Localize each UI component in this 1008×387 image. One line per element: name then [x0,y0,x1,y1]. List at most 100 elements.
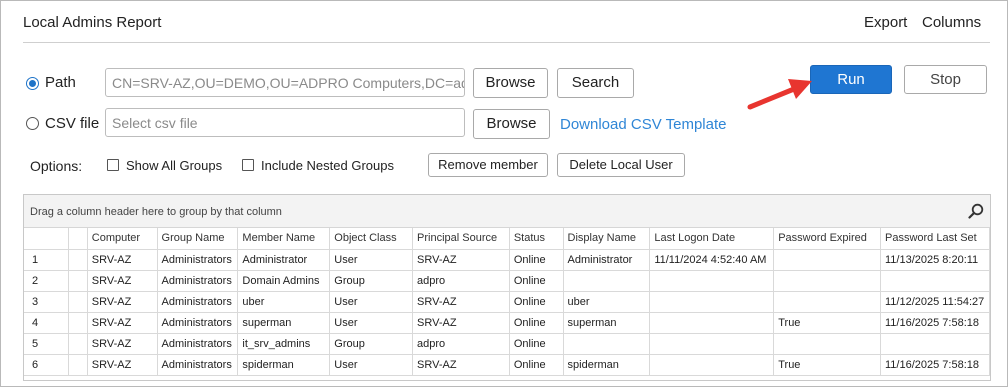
table-cell[interactable]: 11/11/2024 4:52:40 AM [649,249,775,271]
table-cell[interactable]: True [773,312,881,334]
table-cell[interactable]: User [329,291,414,313]
table-cell[interactable]: uber [237,291,331,313]
table-cell[interactable] [649,270,775,292]
group-by-panel[interactable]: Drag a column header here to group by th… [24,195,990,228]
table-row[interactable]: 6 SRV-AZ Administrators spiderman User SRV-AZ… [24,354,990,376]
table-cell[interactable] [773,270,881,292]
table-cell[interactable] [649,312,775,334]
include-nested-groups-checkbox[interactable] [242,159,254,171]
path-radio[interactable] [26,77,39,90]
table-cell[interactable]: SRV-AZ [412,312,510,334]
table-cell[interactable]: Administrators [157,312,239,334]
table-cell[interactable]: User [329,354,414,376]
table-cell[interactable]: it_srv_admins [237,333,331,355]
run-button[interactable]: Run [810,65,892,94]
column-header[interactable]: Member Name [237,228,331,250]
table-row[interactable]: 1 SRV-AZ Administrators Administrator User SR… [24,249,990,271]
table-cell[interactable]: SRV-AZ [412,354,510,376]
table-cell[interactable]: adpro [412,270,510,292]
csv-radio-label: CSV file [45,115,100,132]
table-cell[interactable]: Administrators [157,270,239,292]
table-cell[interactable]: SRV-AZ [87,354,158,376]
table-cell[interactable]: 11/16/2025 7:58:18 [880,354,990,376]
table-row[interactable]: 5 SRV-AZ Administrators it_srv_admins Group a… [24,333,990,355]
column-header[interactable]: Principal Source [412,228,510,250]
table-cell[interactable]: Online [509,291,564,313]
table-cell[interactable] [563,270,651,292]
table-cell[interactable]: SRV-AZ [412,249,510,271]
csv-file-input[interactable]: Select csv file [105,108,465,137]
column-header[interactable]: Computer [87,228,158,250]
column-header[interactable]: Object Class [329,228,414,250]
table-cell[interactable]: SRV-AZ [87,333,158,355]
table-cell[interactable]: Online [509,270,564,292]
table-cell[interactable]: superman [237,312,331,334]
search-button[interactable]: Search [557,68,634,98]
export-menu[interactable]: Export [864,14,907,31]
table-cell[interactable]: Administrators [157,354,239,376]
table-cell[interactable]: 11/12/2025 11:54:27 [880,291,990,313]
table-cell[interactable]: User [329,312,414,334]
table-cell[interactable]: adpro [412,333,510,355]
table-cell[interactable]: SRV-AZ [87,291,158,313]
search-icon[interactable] [968,203,984,219]
table-row[interactable]: 2 SRV-AZ Administrators Domain Admins Group a… [24,270,990,292]
column-header[interactable]: Group Name [157,228,239,250]
column-header[interactable]: Password Last Set [880,228,990,250]
table-cell[interactable]: Group [329,270,414,292]
column-header[interactable]: Last Logon Date [649,228,775,250]
table-cell[interactable]: uber [563,291,651,313]
table-row[interactable]: 3 SRV-AZ Administrators uber User SRV-AZ Onlin… [24,291,990,313]
column-header[interactable]: Password Expired [773,228,881,250]
table-cell[interactable] [773,333,881,355]
row-number-cell: 5 [24,333,70,355]
table-cell[interactable]: Administrators [157,249,239,271]
table-cell[interactable]: Domain Admins [237,270,331,292]
table-cell[interactable]: Online [509,333,564,355]
path-input[interactable]: CN=SRV-AZ,OU=DEMO,OU=ADPRO Computers,DC=… [105,68,465,97]
table-cell[interactable]: 11/13/2025 8:20:11 [880,249,990,271]
show-all-groups-checkbox[interactable] [107,159,119,171]
table-cell[interactable]: Administrator [237,249,331,271]
table-cell[interactable]: spiderman [237,354,331,376]
table-cell[interactable] [649,291,775,313]
table-cell[interactable] [563,333,651,355]
remove-member-button[interactable]: Remove member [428,153,548,177]
row-number-cell: 4 [24,312,70,334]
browse-csv-button[interactable]: Browse [473,109,550,139]
table-cell[interactable]: 11/16/2025 7:58:18 [880,312,990,334]
show-all-groups-label: Show All Groups [126,158,223,173]
table-cell[interactable]: Online [509,354,564,376]
table-cell[interactable]: SRV-AZ [87,270,158,292]
columns-menu[interactable]: Columns [922,14,981,31]
stop-button[interactable]: Stop [904,65,987,94]
table-cell[interactable]: Online [509,249,564,271]
table-cell[interactable] [773,249,881,271]
table-cell[interactable]: superman [563,312,651,334]
table-row[interactable]: 4 SRV-AZ Administrators superman User SRV-AZ O… [24,312,990,334]
table-cell[interactable] [880,270,990,292]
table-cell[interactable]: Online [509,312,564,334]
table-cell[interactable] [649,333,775,355]
table-cell[interactable] [773,291,881,313]
column-header[interactable]: Display Name [563,228,651,250]
table-cell[interactable]: Administrators [157,291,239,313]
path-radio-label: Path [45,74,76,91]
table-cell[interactable]: SRV-AZ [412,291,510,313]
csv-radio[interactable] [26,117,39,130]
table-cell[interactable]: True [773,354,881,376]
table-cell[interactable]: spiderman [563,354,651,376]
table-cell[interactable]: Administrator [563,249,651,271]
column-header[interactable]: Status [509,228,564,250]
table-cell[interactable]: User [329,249,414,271]
row-indicator-cell [68,249,88,271]
table-cell[interactable] [649,354,775,376]
table-cell[interactable]: Group [329,333,414,355]
browse-path-button[interactable]: Browse [473,68,548,98]
delete-local-user-button[interactable]: Delete Local User [557,153,685,177]
table-cell[interactable]: Administrators [157,333,239,355]
table-cell[interactable] [880,333,990,355]
table-cell[interactable]: SRV-AZ [87,249,158,271]
download-csv-template-link[interactable]: Download CSV Template [560,116,726,133]
table-cell[interactable]: SRV-AZ [87,312,158,334]
